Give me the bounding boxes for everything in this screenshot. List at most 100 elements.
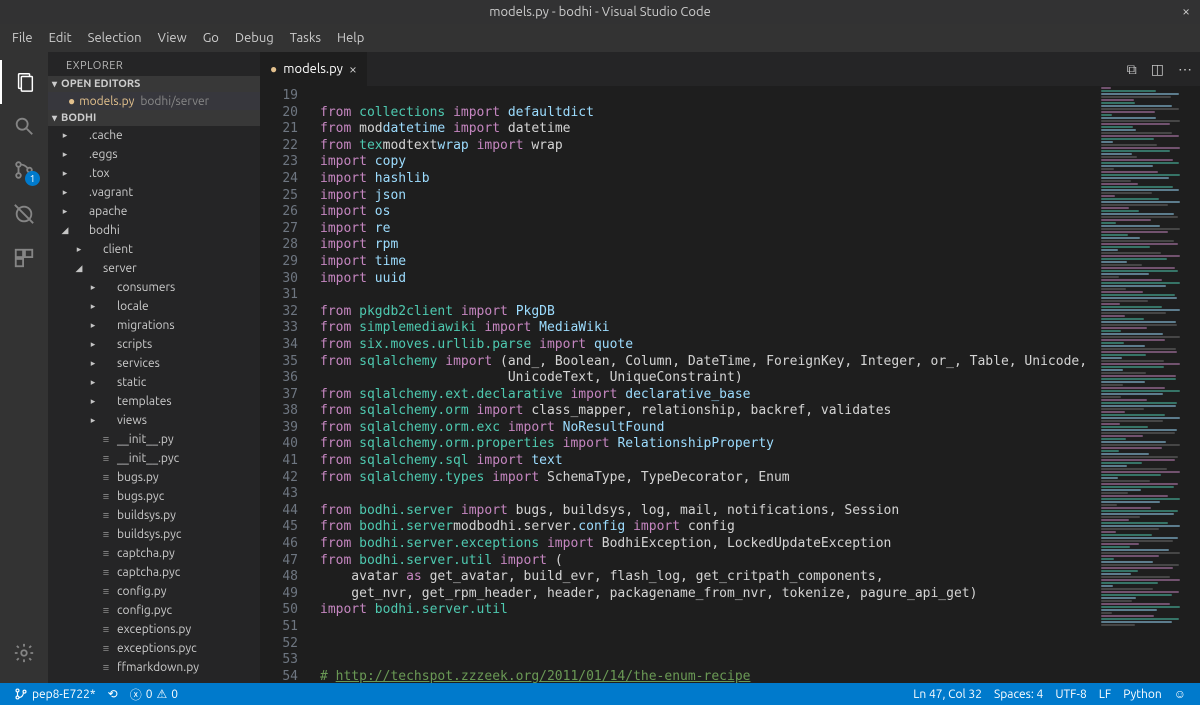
file-icon: ≡ xyxy=(98,510,114,522)
tree-item-label: server xyxy=(103,262,137,275)
language-mode[interactable]: Python xyxy=(1117,687,1168,701)
chevron-right-icon: ▸ xyxy=(88,377,98,388)
tree-item-label: scripts xyxy=(117,338,152,351)
folder-item[interactable]: ▸.cache xyxy=(48,126,260,145)
file-item[interactable]: ≡captcha.pyc xyxy=(48,563,260,582)
folder-item[interactable]: ▸services xyxy=(48,354,260,373)
error-icon: ⓧ xyxy=(130,686,142,703)
tree-item-label: captcha.py xyxy=(117,547,175,560)
file-item[interactable]: ≡buildsys.py xyxy=(48,506,260,525)
tree-item-label: .tox xyxy=(89,167,110,180)
workspace-header[interactable]: BODHI xyxy=(48,110,260,126)
folder-item[interactable]: ▸.tox xyxy=(48,164,260,183)
compare-icon[interactable]: ⧉ xyxy=(1127,61,1137,78)
tree-item-label: __init__.pyc xyxy=(117,452,179,465)
problems[interactable]: ⓧ0 ⚠0 xyxy=(124,686,184,703)
chevron-down-icon: ◢ xyxy=(60,225,70,236)
settings-gear-icon[interactable] xyxy=(0,631,48,675)
git-branch[interactable]: pep8-E722* xyxy=(8,687,102,701)
file-item[interactable]: ≡config.pyc xyxy=(48,601,260,620)
file-item[interactable]: ≡bugs.pyc xyxy=(48,487,260,506)
folder-item[interactable]: ▸views xyxy=(48,411,260,430)
warning-icon: ⚠ xyxy=(157,687,168,701)
menu-file[interactable]: File xyxy=(4,31,41,45)
close-tab-icon[interactable]: × xyxy=(349,61,357,77)
encoding[interactable]: UTF-8 xyxy=(1049,687,1092,701)
chevron-right-icon: ▸ xyxy=(88,282,98,293)
cursor-position[interactable]: Ln 47, Col 32 xyxy=(907,687,988,701)
scm-badge: 1 xyxy=(25,171,40,186)
split-editor-icon[interactable]: ◫ xyxy=(1151,61,1164,78)
more-actions-icon[interactable]: ⋯ xyxy=(1178,61,1192,78)
file-icon: ≡ xyxy=(98,624,114,636)
file-icon: ≡ xyxy=(98,586,114,598)
tab-models-py[interactable]: ● models.py × xyxy=(260,52,367,86)
folder-item[interactable]: ▸client xyxy=(48,240,260,259)
folder-item[interactable]: ◢ server xyxy=(48,259,260,278)
file-icon: ≡ xyxy=(98,567,114,579)
folder-item[interactable]: ◢bodhi xyxy=(48,221,260,240)
file-item[interactable]: ≡config.py xyxy=(48,582,260,601)
chevron-right-icon: ▸ xyxy=(74,244,84,255)
close-icon[interactable]: × xyxy=(1182,3,1190,19)
menu-go[interactable]: Go xyxy=(195,31,227,45)
chevron-down-icon: ◢ xyxy=(74,263,84,274)
menu-tasks[interactable]: Tasks xyxy=(282,31,329,45)
window-title: models.py - bodhi - Visual Studio Code xyxy=(489,5,711,19)
python-file-icon: ● xyxy=(270,62,277,76)
code-editor[interactable]: from collections import defaultdictfrom … xyxy=(312,86,1096,683)
file-item[interactable]: ≡__init__.pyc xyxy=(48,449,260,468)
source-control-icon[interactable]: 1 xyxy=(0,148,48,192)
python-file-icon: ● xyxy=(68,94,75,108)
file-item[interactable]: ≡bugs.py xyxy=(48,468,260,487)
file-item[interactable]: ≡exceptions.pyc xyxy=(48,639,260,658)
feedback-icon[interactable]: ☺ xyxy=(1168,687,1192,701)
open-editors-header[interactable]: OPEN EDITORS xyxy=(48,76,260,92)
chevron-right-icon: ▸ xyxy=(60,130,70,141)
eol[interactable]: LF xyxy=(1093,687,1117,701)
status-bar: pep8-E722* ⟲ ⓧ0 ⚠0 Ln 47, Col 32 Spaces:… xyxy=(0,683,1200,705)
tree-item-label: ffmarkdown.py xyxy=(117,661,199,674)
indentation[interactable]: Spaces: 4 xyxy=(988,687,1049,701)
menu-edit[interactable]: Edit xyxy=(41,31,80,45)
folder-item[interactable]: ▸.vagrant xyxy=(48,183,260,202)
file-item[interactable]: ≡__init__.py xyxy=(48,430,260,449)
folder-item[interactable]: ▸apache xyxy=(48,202,260,221)
menu-selection[interactable]: Selection xyxy=(80,31,150,45)
file-icon: ≡ xyxy=(98,643,114,655)
menubar: FileEditSelectionViewGoDebugTasksHelp xyxy=(0,24,1200,52)
file-item[interactable]: ≡buildsys.pyc xyxy=(48,525,260,544)
chevron-right-icon: ▸ xyxy=(60,206,70,217)
explorer-icon[interactable] xyxy=(0,60,48,104)
tree-item-label: captcha.pyc xyxy=(117,566,180,579)
folder-item[interactable]: ▸locale xyxy=(48,297,260,316)
menu-view[interactable]: View xyxy=(150,31,195,45)
folder-item[interactable]: ▸.eggs xyxy=(48,145,260,164)
file-item[interactable]: ≡ffmarkdown.py xyxy=(48,658,260,677)
file-item[interactable]: ≡exceptions.py xyxy=(48,620,260,639)
folder-item[interactable]: ▸consumers xyxy=(48,278,260,297)
folder-item[interactable]: ▸static xyxy=(48,373,260,392)
file-item[interactable]: ≡captcha.py xyxy=(48,544,260,563)
sidebar-title: EXPLORER xyxy=(48,52,260,76)
minimap[interactable] xyxy=(1096,86,1200,683)
editor-area: ● models.py × ⧉ ◫ ⋯ 19202122232425262728… xyxy=(260,52,1200,683)
titlebar: models.py - bodhi - Visual Studio Code × xyxy=(0,0,1200,24)
chevron-right-icon: ▸ xyxy=(88,339,98,350)
menu-help[interactable]: Help xyxy=(329,31,372,45)
search-icon[interactable] xyxy=(0,104,48,148)
file-icon: ≡ xyxy=(98,662,114,674)
folder-item[interactable]: ▸migrations xyxy=(48,316,260,335)
tree-item-label: bugs.pyc xyxy=(117,490,164,503)
tab-label: models.py xyxy=(283,62,343,76)
line-gutter: 1920212223242526272829303132333435363738… xyxy=(260,86,312,683)
open-editor-item[interactable]: ● models.py bodhi/server xyxy=(48,92,260,110)
menu-debug[interactable]: Debug xyxy=(227,31,282,45)
chevron-right-icon: ▸ xyxy=(88,320,98,331)
folder-item[interactable]: ▸templates xyxy=(48,392,260,411)
debug-icon[interactable] xyxy=(0,192,48,236)
sync-icon[interactable]: ⟲ xyxy=(102,687,124,701)
extensions-icon[interactable] xyxy=(0,236,48,280)
folder-item[interactable]: ▸ scripts xyxy=(48,335,260,354)
chevron-right-icon: ▸ xyxy=(60,149,70,160)
